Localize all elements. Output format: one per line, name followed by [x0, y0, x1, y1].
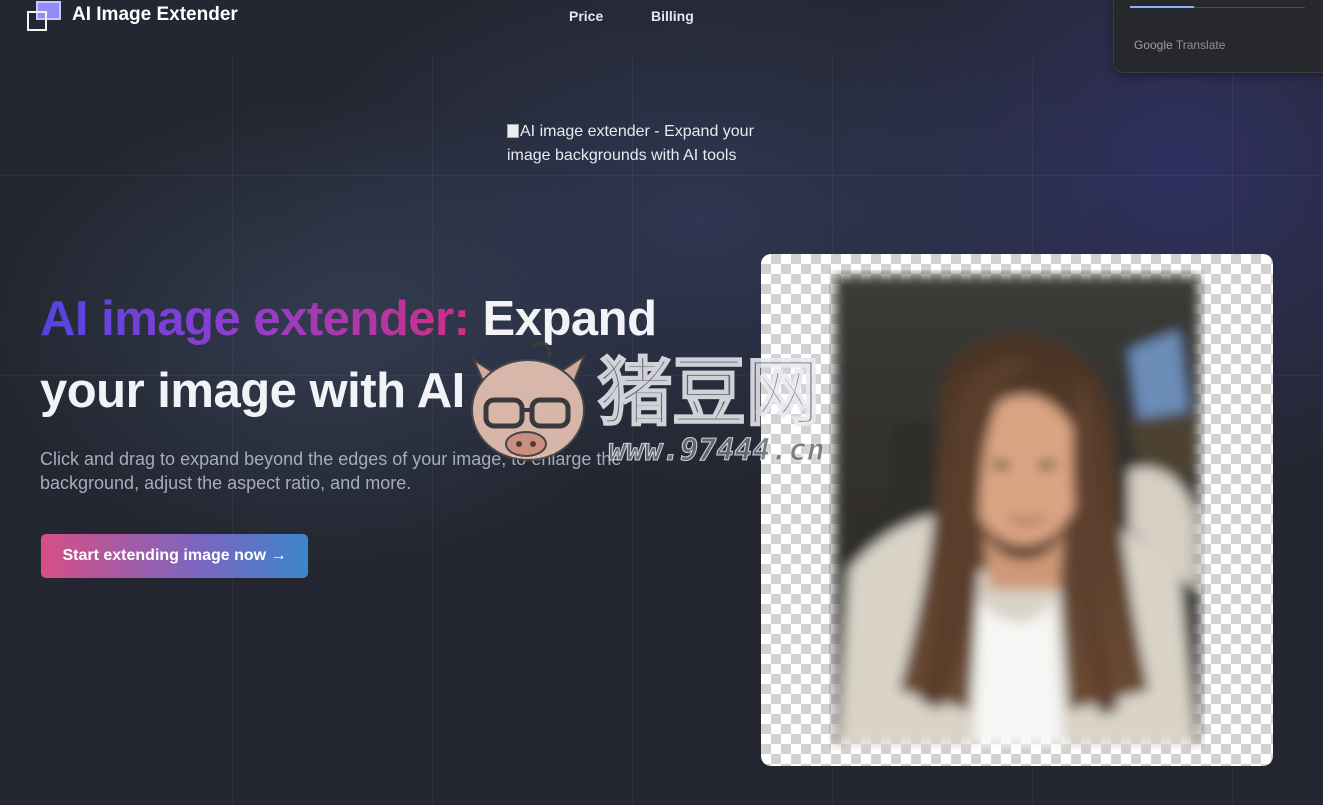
brand-name[interactable]: AI Image Extender — [72, 4, 238, 26]
google-translate-widget[interactable]: Google Translate — [1113, 0, 1323, 73]
hero-title-gradient: AI image extender: — [40, 292, 470, 346]
translate-active-tab-indicator[interactable] — [1130, 6, 1194, 8]
hero-title-line2: your image with AI — [40, 364, 465, 418]
broken-image-icon — [507, 124, 519, 138]
grid-line — [0, 175, 1323, 176]
logo-icon[interactable] — [27, 1, 63, 31]
image-preview-card[interactable] — [761, 254, 1273, 766]
watermark-logo: 猪豆网 www.97444.cn — [471, 341, 825, 468]
grid-line — [432, 56, 433, 805]
page: AI Image Extender Price Billing Google T… — [0, 0, 1323, 805]
watermark-domain: www.97444.cn — [608, 433, 825, 468]
watermark-text: 猪豆网 — [598, 350, 820, 436]
start-extending-button[interactable]: Start extending image now → — [41, 534, 308, 578]
nav-price-link[interactable]: Price — [569, 8, 603, 24]
google-translate-label: Google Translate — [1134, 38, 1226, 52]
portrait-photo — [835, 276, 1199, 744]
broken-image-alt-text: AI image extender - Expand your image ba… — [507, 123, 754, 164]
grid-line — [232, 56, 233, 805]
pig-mascot-icon — [471, 341, 587, 461]
broken-image-alt: AI image extender - Expand your image ba… — [507, 120, 767, 172]
nav-billing-link[interactable]: Billing — [651, 8, 694, 24]
